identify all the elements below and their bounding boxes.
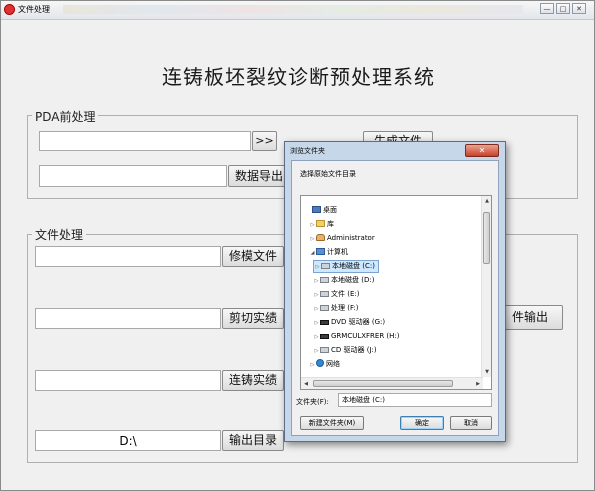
tree-item-drive-j[interactable]: ▷ CD 驱动器 (J:) — [313, 344, 377, 357]
expand-toggle-icon[interactable]: ▷ — [313, 317, 320, 330]
network-icon — [316, 359, 324, 367]
scroll-up-arrow-icon[interactable]: ▲ — [482, 198, 491, 204]
tree-item-desktop[interactable]: 桌面 — [305, 204, 337, 217]
vertical-scroll-thumb[interactable] — [483, 212, 490, 264]
blurred-title-region — [63, 5, 523, 14]
tree-item-label: GRMCULXFRER (H:) — [331, 332, 400, 340]
title-bar[interactable]: 文件处理 — □ ✕ — [1, 1, 594, 20]
tree-item-label: 本地磁盘 (D:) — [331, 276, 375, 284]
tree-item-drive-g[interactable]: ▷ DVD 驱动器 (G:) — [313, 316, 386, 330]
dvd-drive-icon — [320, 334, 329, 339]
scroll-down-arrow-icon[interactable]: ▼ — [482, 369, 491, 375]
dialog-body: 选择原始文件目录 桌面 ▷ 库 ▷ Administrator ◢ 计算机 ▷ 本地磁盘… — [291, 160, 499, 436]
tree-item-drive-d[interactable]: ▷ 本地磁盘 (D:) — [313, 274, 375, 288]
tree-item-drive-e[interactable]: ▷ 文件 (E:) — [313, 288, 360, 302]
tree-item-administrator[interactable]: ▷ Administrator — [309, 232, 375, 245]
folder-input[interactable]: 本地磁盘 (C:) — [338, 393, 492, 407]
new-folder-button[interactable]: 新建文件夹(M) — [300, 416, 364, 430]
tree-item-label: 桌面 — [323, 206, 337, 214]
output-dir-input[interactable]: D:\ — [35, 430, 221, 451]
maximize-button[interactable]: □ — [556, 3, 570, 14]
folder-field-label: 文件夹(F): — [296, 398, 329, 406]
expand-toggle-icon[interactable]: ▷ — [313, 275, 320, 288]
browse-button[interactable]: >> — [252, 131, 277, 151]
tree-item-label: Administrator — [327, 234, 375, 242]
cut-record-button[interactable]: 剪切实绩 — [222, 308, 284, 329]
expand-toggle-icon[interactable]: ▷ — [309, 359, 316, 372]
casting-record-button[interactable]: 连铸实绩 — [222, 370, 284, 391]
drive-icon — [320, 291, 329, 297]
tree-item-label: 网络 — [326, 360, 340, 368]
tree-item-label: 库 — [327, 220, 334, 228]
scroll-right-arrow-icon[interactable]: ▶ — [473, 381, 483, 387]
computer-icon — [316, 248, 325, 255]
tree-item-network[interactable]: ▷ 网络 — [309, 358, 340, 371]
tree-item-label: 处理 (F:) — [331, 304, 359, 312]
cd-drive-icon — [320, 347, 329, 353]
dialog-close-button[interactable]: ✕ — [465, 144, 499, 157]
user-folder-icon — [316, 234, 325, 241]
app-icon — [4, 4, 15, 15]
scroll-left-arrow-icon[interactable]: ◀ — [301, 381, 311, 387]
file-group-label: 文件处理 — [32, 226, 87, 243]
tree-item-computer[interactable]: ◢ 计算机 — [309, 246, 348, 259]
drive-icon — [320, 277, 329, 283]
export-path-input[interactable] — [39, 165, 227, 187]
window-title: 文件处理 — [18, 5, 50, 14]
drive-icon — [321, 263, 330, 269]
mold-file-input[interactable] — [35, 246, 221, 267]
desktop-icon — [312, 206, 321, 213]
tree-item-drive-h[interactable]: ▷ GRMCULXFRER (H:) — [313, 330, 400, 343]
output-dir-button[interactable]: 输出目录 — [222, 430, 284, 451]
vertical-scrollbar[interactable]: ▲ ▼ — [481, 196, 491, 377]
expand-toggle-icon[interactable]: ▷ — [309, 219, 316, 232]
close-button[interactable]: ✕ — [572, 3, 586, 14]
tree-item-drive-f[interactable]: ▷ 处理 (F:) — [313, 302, 359, 315]
dvd-drive-icon — [320, 320, 329, 325]
expand-toggle-icon[interactable]: ▷ — [313, 345, 320, 358]
folder-tree[interactable]: 桌面 ▷ 库 ▷ Administrator ◢ 计算机 ▷ 本地磁盘 (C:) ▷ 本地… — [300, 195, 492, 390]
tree-item-drive-c[interactable]: ▷ 本地磁盘 (C:) — [313, 260, 379, 273]
pda-group-label: PDA前处理 — [32, 108, 99, 125]
folder-icon — [316, 220, 325, 227]
minimize-button[interactable]: — — [540, 3, 554, 14]
horizontal-scrollbar[interactable]: ◀ ▶ — [301, 377, 483, 389]
tree-item-label: 本地磁盘 (C:) — [332, 262, 375, 270]
tree-item-library[interactable]: ▷ 库 — [309, 218, 334, 231]
dialog-prompt: 选择原始文件目录 — [300, 170, 356, 178]
expand-toggle-icon[interactable]: ▷ — [313, 303, 320, 316]
expand-toggle-icon[interactable]: ▷ — [313, 289, 320, 302]
tree-item-label: CD 驱动器 (J:) — [331, 346, 377, 354]
pda-path-input[interactable] — [39, 131, 251, 151]
casting-record-input[interactable] — [35, 370, 221, 391]
cut-record-input[interactable] — [35, 308, 221, 329]
browse-folder-dialog: 浏览文件夹 ✕ 选择原始文件目录 桌面 ▷ 库 ▷ Administrator ◢ 计… — [284, 141, 506, 442]
window-controls: — □ ✕ — [540, 3, 586, 14]
page-title: 连铸板坯裂纹诊断预处理系统 — [162, 65, 435, 89]
ok-button[interactable]: 确定 — [400, 416, 444, 430]
expand-toggle-icon[interactable]: ▷ — [313, 331, 320, 344]
horizontal-scroll-thumb[interactable] — [313, 380, 453, 387]
mold-file-button[interactable]: 修模文件 — [222, 246, 284, 267]
tree-item-label: 文件 (E:) — [331, 290, 360, 298]
cancel-button[interactable]: 取消 — [450, 416, 492, 430]
tree-item-label: DVD 驱动器 (G:) — [331, 318, 386, 326]
expand-toggle-icon[interactable]: ▷ — [314, 262, 321, 273]
drive-icon — [320, 305, 329, 311]
dialog-title: 浏览文件夹 — [290, 147, 325, 155]
collapse-toggle-icon[interactable]: ◢ — [309, 247, 316, 260]
data-export-button[interactable]: 数据导出 — [228, 165, 290, 187]
tree-item-label: 计算机 — [327, 248, 348, 256]
expand-toggle-icon[interactable]: ▷ — [309, 233, 316, 246]
